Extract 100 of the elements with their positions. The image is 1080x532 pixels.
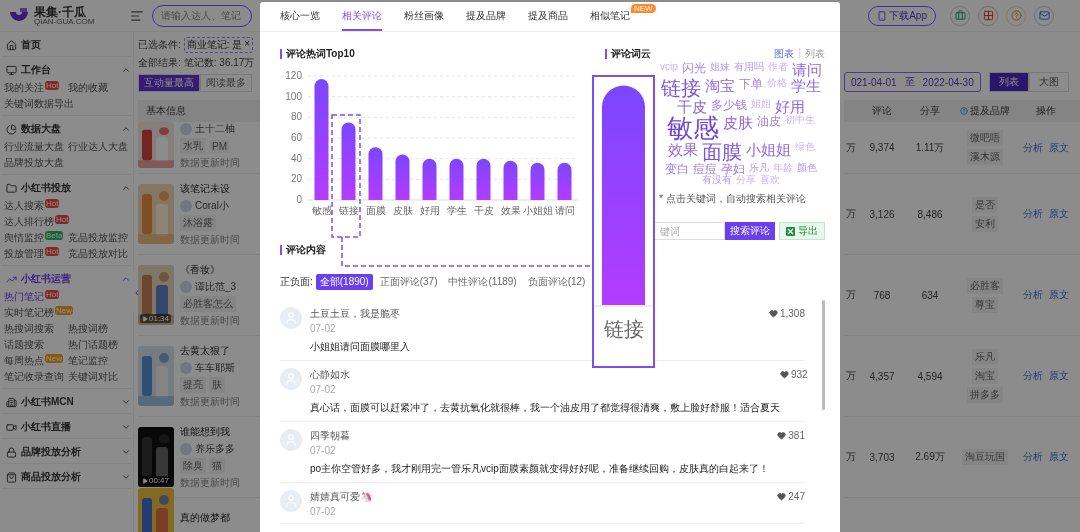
cloud-word[interactable]: 油皮 [757,114,781,142]
sidebar-item[interactable]: 关键词数据导出 [4,96,74,112]
scrollbar[interactable] [822,300,825,410]
sidebar-item[interactable]: 投放管理 [4,246,44,262]
sidebar-section[interactable]: 数据大盘 [2,121,131,137]
note-title[interactable]: 《香妆》 [180,262,220,277]
sentiment-filter[interactable]: 全部(1890) [315,274,373,290]
sidebar-item[interactable]: 行业流量大盘 [4,139,64,155]
sidebar-item[interactable]: 话题搜索 [4,337,44,353]
action-link[interactable]: 原文 [1049,140,1069,155]
note-title[interactable]: 真的做梦都 [180,510,230,525]
sidebar-item[interactable]: 热搜词搜索 [4,321,54,337]
action-link[interactable]: 原文 [1049,450,1069,464]
sidebar-item[interactable]: 我的收藏 [68,80,108,96]
action-link[interactable]: 分析 [1023,140,1043,155]
search-comments-button[interactable]: 搜索评论 [725,222,775,240]
sidebar-section[interactable]: 小红书直播 [2,419,131,435]
dialog-tab[interactable]: 提及品牌 [466,2,506,31]
sidebar-item[interactable]: 我的关注 [4,80,44,96]
sidebar-item[interactable]: 竞品投放对比 [68,246,128,262]
cloud-word[interactable]: 有没有 [702,175,732,186]
cloud-word[interactable]: 皮肤 [723,114,753,142]
heart-icon[interactable] [780,369,789,379]
heart-icon[interactable] [777,430,787,440]
cloud-word[interactable]: 敏感 [667,114,719,142]
dialog-tab[interactable]: 核心一览 [280,2,320,31]
action-link[interactable]: 分析 [1023,288,1043,302]
sidebar-section[interactable]: 工作台 [2,62,131,78]
sidebar-item[interactable]: 行业达人大盘 [68,139,128,155]
sidebar-item[interactable]: 竞品投放监控 [68,230,128,246]
note-title[interactable]: 去黄太狠了 [180,343,230,358]
heart-icon[interactable] [777,491,787,501]
action-link[interactable]: 分析 [1023,369,1043,383]
cloud-word[interactable]: 姐妹 [709,62,730,78]
sidebar-section[interactable]: 商品投放分析 [2,469,131,485]
sidebar-section[interactable]: 小红书MCN [2,394,131,410]
sidebar-item[interactable]: 每周热点 [4,353,44,369]
cloud-word[interactable]: 链接 [661,77,701,99]
menu-icon[interactable] [130,8,144,23]
cloud-word[interactable]: 痘痘 [693,162,717,176]
cloud-word[interactable]: 请问 [791,62,822,78]
note-title[interactable]: 谁能想到我 [180,424,230,439]
date-range-field[interactable]: 021-04-01 至 2022-04-30 [844,72,981,92]
sentiment-filter[interactable]: 正面评论(37) [375,274,442,290]
sentiment-filter[interactable]: 中性评论(1189) [444,274,521,290]
sidebar-item[interactable]: 热门话题榜 [68,337,118,353]
cloud-word[interactable]: 淘宝 [705,77,735,99]
cloud-word[interactable]: 干皮 [677,98,707,115]
download-app-button[interactable]: 下载App [868,5,936,26]
sidebar-section[interactable]: 首页 [2,37,131,53]
dialog-tab[interactable]: 提及商品 [528,2,568,31]
sidebar-item[interactable]: 热搜词榜 [68,321,108,337]
sidebar-item[interactable]: 品牌投放大盘 [4,155,64,171]
export-button[interactable]: 导出 [779,222,825,240]
cloud-word[interactable]: 多少钱 [711,98,747,115]
action-link[interactable]: 原文 [1049,288,1069,302]
filter-chip[interactable]: 商业笔记: 是 × [183,37,254,53]
sidebar-section[interactable]: 品牌投放分析 [2,444,131,460]
cloud-word[interactable]: 学生 [791,77,821,99]
sidebar-section[interactable]: 小红书投放 [2,180,131,196]
help-icon[interactable] [960,107,968,115]
action-link[interactable]: 原文 [1049,369,1069,383]
view-link[interactable]: 图表 [774,47,795,61]
user-name[interactable]: 土豆土豆，我是脆枣 [310,307,400,321]
cloud-word[interactable]: 闪光 [681,62,706,78]
view-link[interactable]: 列表 [805,47,825,61]
action-link[interactable]: 分析 [1023,207,1043,221]
cloud-word[interactable]: 小姐姐 [745,141,791,163]
cloud-word[interactable]: 下单 [739,77,763,99]
sort-tab[interactable]: 互动量最高 [138,74,200,92]
user-name[interactable]: 婧婧真可爱🦄 [310,490,372,504]
dialog-tab[interactable]: 相关评论 [342,2,382,31]
sidebar-item[interactable]: 达人搜索 [4,198,44,214]
user-name[interactable]: 四季朝暮 [310,429,350,443]
user-name[interactable]: 心静如水 [310,368,350,382]
sidebar-item[interactable]: 实时笔记榜 [4,305,54,321]
cloud-word[interactable]: 变白 [665,162,689,176]
cloud-word[interactable]: 面膜 [701,141,742,163]
sidebar-item[interactable]: 达人排行榜 [4,214,54,230]
cloud-word[interactable]: 乐凡 [749,162,769,176]
action-link[interactable]: 原文 [1049,207,1069,221]
view-toggle[interactable]: 列表 [988,72,1029,92]
cloud-word[interactable]: 颜色 [797,162,817,176]
sidebar-section[interactable]: 小红书运营 [2,271,131,287]
cloud-word[interactable]: 好用 [775,98,805,115]
sidebar-item[interactable]: 舆情监控 [4,230,44,246]
sidebar-item[interactable]: 关键词对比 [68,369,118,385]
cloud-word[interactable]: 有用吗 [733,62,764,78]
cloud-word[interactable]: 效果 [667,141,698,163]
note-title[interactable]: 该笔记未设 [180,181,230,196]
sort-tab[interactable]: 阅读最多 [200,74,252,92]
sentiment-filter[interactable]: 负面评论(12) [523,274,590,290]
sidebar-item[interactable]: 笔记收录查询 [4,369,64,385]
action-link[interactable]: 分析 [1023,450,1043,464]
cloud-word[interactable]: 孕妇 [721,162,745,176]
heart-icon[interactable] [768,308,778,318]
sidebar-item[interactable]: 热门笔记 [4,289,44,305]
dialog-tab[interactable]: 粉丝画像 [404,2,444,31]
sidebar-item[interactable]: 笔记监控 [68,353,108,369]
dialog-tab[interactable]: 相似笔记 NEW [590,2,656,31]
